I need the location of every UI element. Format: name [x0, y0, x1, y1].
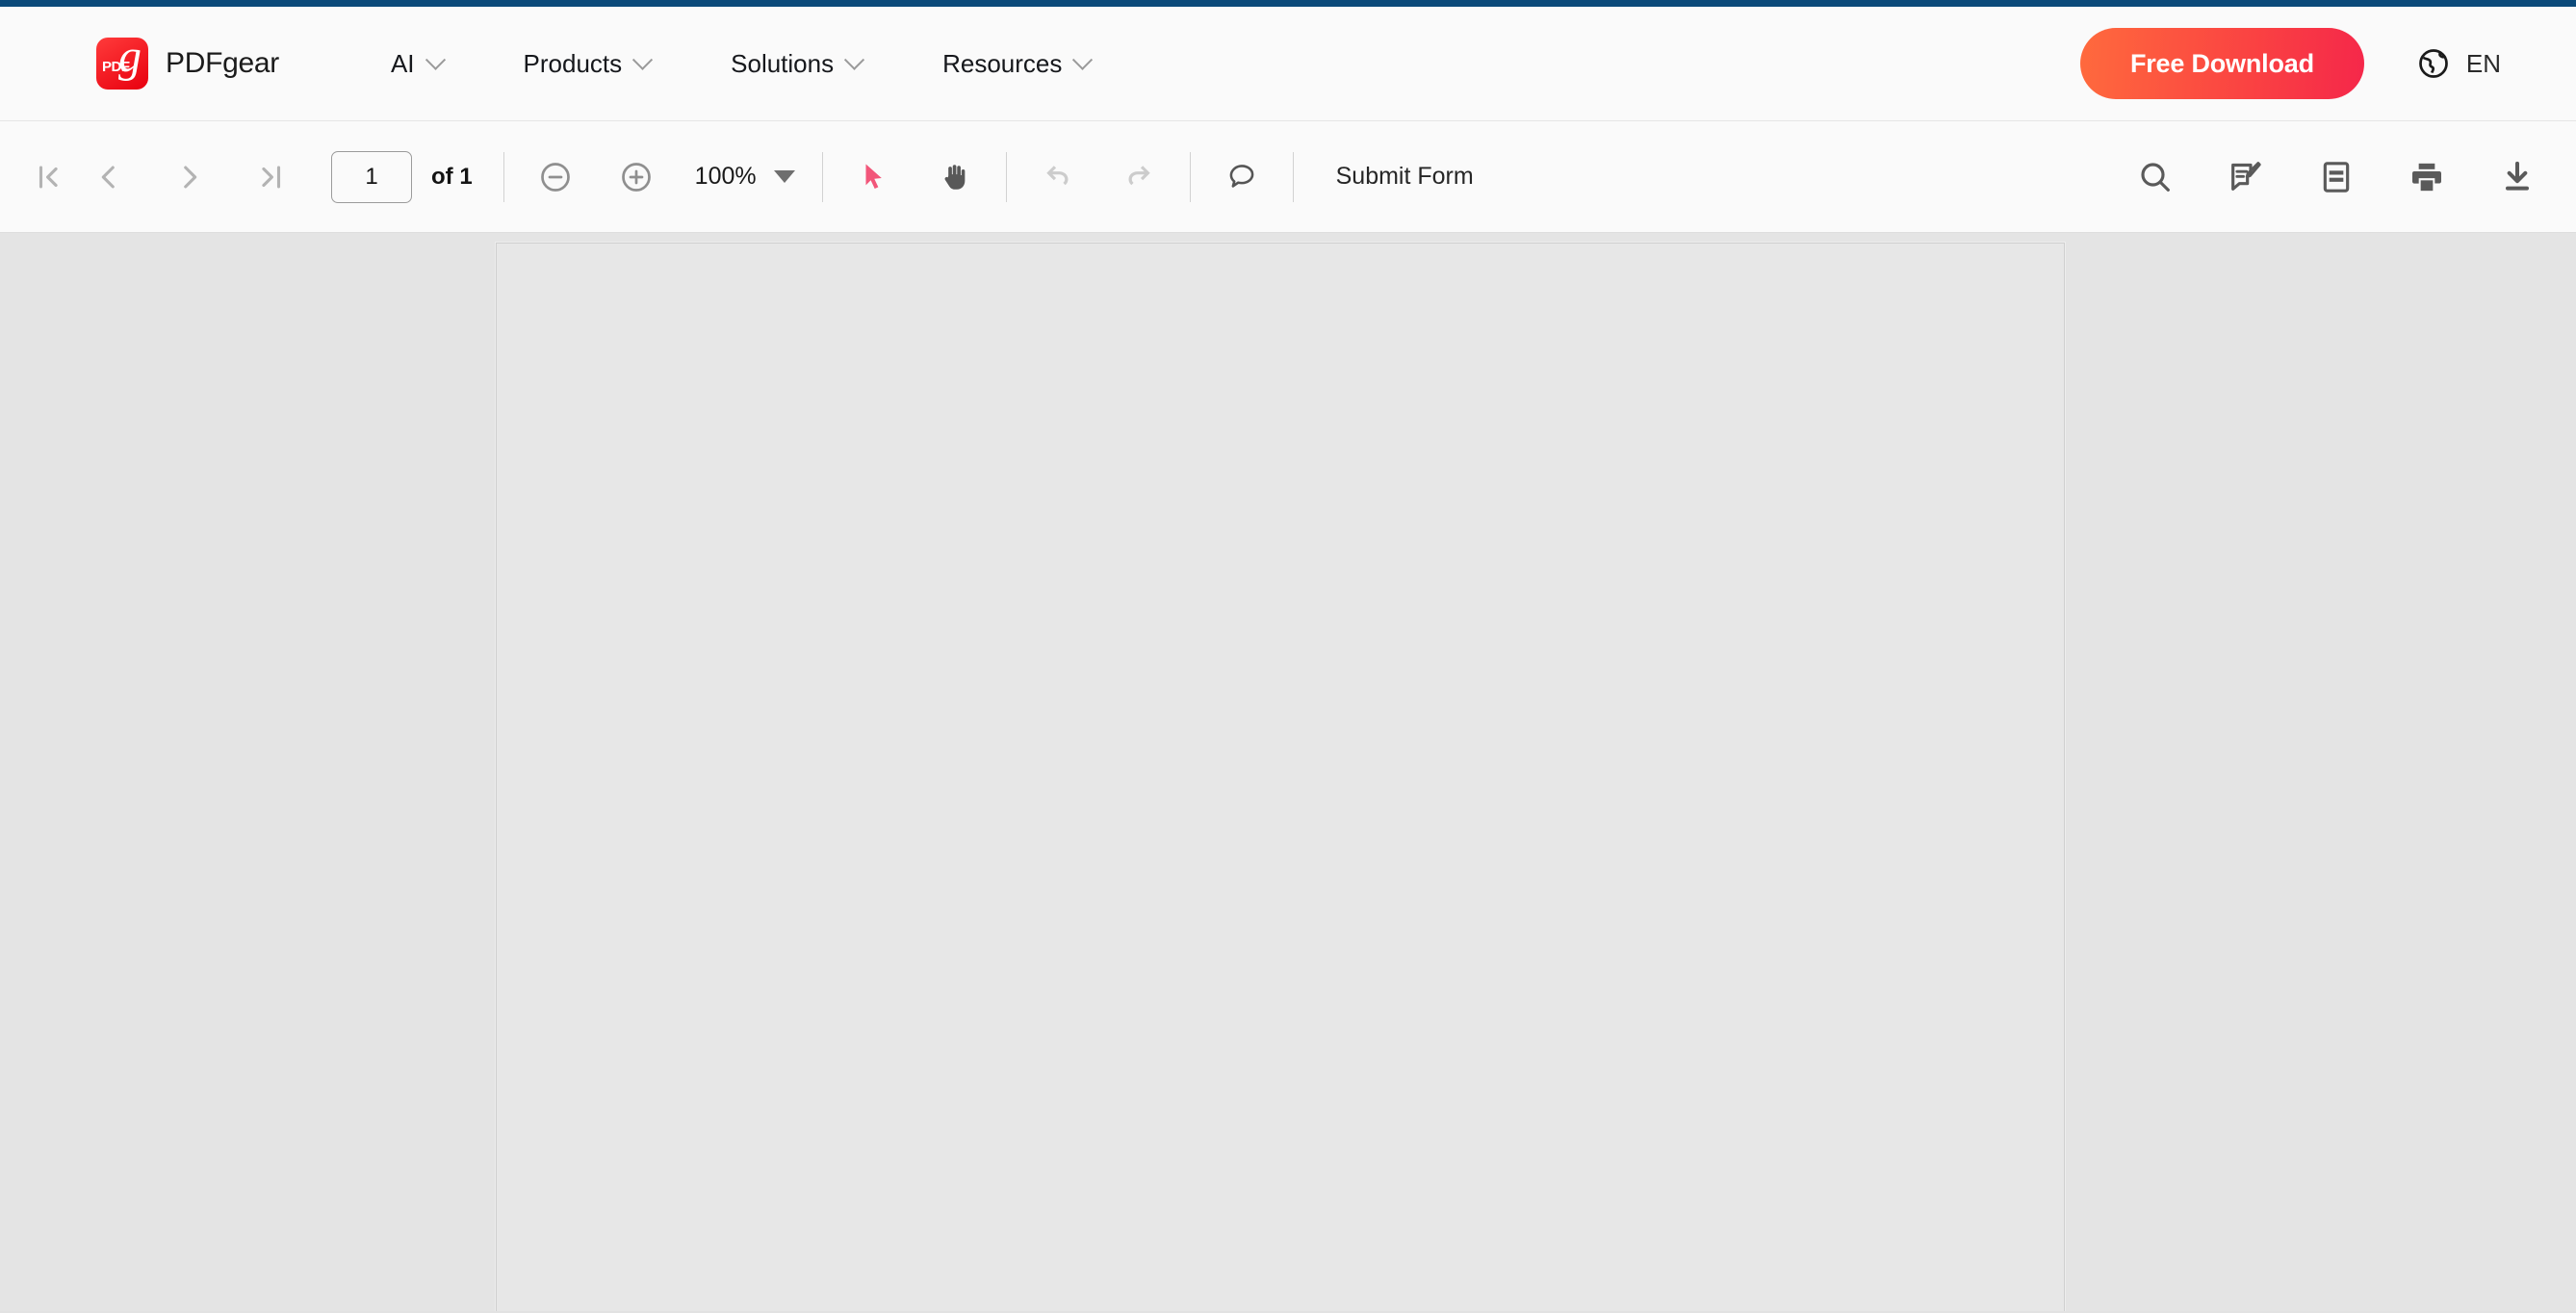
download-button[interactable] — [2484, 143, 2551, 211]
nav-item-label: AI — [390, 48, 415, 78]
main-nav: AI Products Solutions Resources — [350, 49, 1130, 79]
zoom-level-value: 100% — [694, 163, 757, 190]
globe-icon — [2419, 49, 2448, 78]
zoom-level-dropdown[interactable]: 100% — [695, 163, 795, 191]
next-page-button[interactable] — [160, 147, 219, 207]
brand-logo-link[interactable]: g PDF PDFgear — [96, 38, 279, 90]
last-page-button[interactable] — [241, 147, 300, 207]
page-layout-button[interactable] — [2303, 143, 2370, 211]
toolbar-divider — [1292, 151, 1294, 202]
select-tool-button[interactable] — [844, 147, 904, 207]
chevron-down-icon — [844, 49, 865, 70]
nav-item-solutions[interactable]: Solutions — [690, 49, 902, 79]
language-label: EN — [2465, 48, 2501, 78]
chevron-left-icon — [101, 166, 115, 188]
toolbar-divider — [1005, 151, 1007, 202]
toolbar-divider — [821, 151, 823, 202]
redo-button[interactable] — [1109, 147, 1169, 207]
first-page-button[interactable] — [19, 147, 79, 207]
header-right-group: Free Download EN — [2079, 28, 2501, 99]
top-accent-strip — [0, 0, 2576, 7]
search-icon — [2141, 162, 2170, 192]
free-download-button[interactable]: Free Download — [2079, 28, 2364, 99]
print-button[interactable] — [2393, 143, 2460, 211]
submit-form-button[interactable]: Submit Form — [1336, 163, 1474, 191]
document-layout-icon — [2323, 161, 2350, 193]
chevron-down-icon — [425, 49, 446, 70]
last-page-icon — [262, 166, 281, 188]
page-total-label: of 1 — [431, 163, 473, 190]
previous-page-button[interactable] — [79, 147, 139, 207]
logo-pdf-text: PDF — [102, 59, 130, 75]
nav-item-products[interactable]: Products — [483, 49, 691, 79]
redo-icon — [1128, 165, 1150, 185]
undo-icon — [1045, 165, 1069, 185]
pdf-toolbar: of 1 100% — [0, 121, 2576, 233]
print-icon — [2412, 163, 2441, 191]
download-icon — [2506, 161, 2529, 191]
hand-tool-button[interactable] — [925, 147, 985, 207]
nav-item-resources[interactable]: Resources — [902, 49, 1130, 79]
comment-button[interactable] — [1212, 147, 1272, 207]
nav-item-ai[interactable]: AI — [350, 49, 483, 79]
pdf-page-canvas[interactable] — [496, 243, 2065, 1311]
chevron-right-icon — [184, 166, 197, 188]
nav-item-label: Solutions — [731, 48, 835, 78]
zoom-in-button[interactable] — [606, 147, 666, 207]
zoom-out-button[interactable] — [526, 147, 585, 207]
search-button[interactable] — [2122, 143, 2189, 211]
annotate-button[interactable] — [2212, 143, 2280, 211]
first-page-icon — [39, 166, 58, 188]
page-number-input[interactable] — [331, 150, 412, 203]
site-header: g PDF PDFgear AI Products Solutions Reso… — [0, 7, 2576, 121]
hand-icon — [944, 164, 965, 190]
nav-item-label: Products — [523, 48, 623, 78]
pointer-tools-group — [844, 147, 985, 207]
pdf-viewer-area[interactable] — [0, 233, 2576, 1311]
nav-item-label: Resources — [942, 48, 1063, 78]
chevron-down-icon — [1072, 49, 1094, 70]
toolbar-divider — [1189, 151, 1191, 202]
language-selector[interactable]: EN — [2416, 46, 2501, 81]
brand-name: PDFgear — [166, 47, 279, 79]
comment-bubble-icon — [1229, 164, 1253, 188]
history-group — [1028, 147, 1169, 207]
pdfgear-logo-icon: g PDF — [96, 38, 148, 90]
page-navigation-group — [19, 147, 300, 207]
zoom-in-icon — [621, 162, 651, 192]
triangle-down-icon — [773, 170, 795, 183]
toolbar-divider — [502, 151, 504, 202]
zoom-out-icon — [540, 162, 570, 192]
chevron-down-icon — [632, 49, 654, 70]
zoom-group: 100% — [526, 147, 801, 207]
toolbar-right-group — [2122, 143, 2551, 211]
cursor-arrow-icon — [865, 164, 882, 189]
undo-button[interactable] — [1028, 147, 1088, 207]
edit-comment-icon — [2231, 161, 2261, 191]
